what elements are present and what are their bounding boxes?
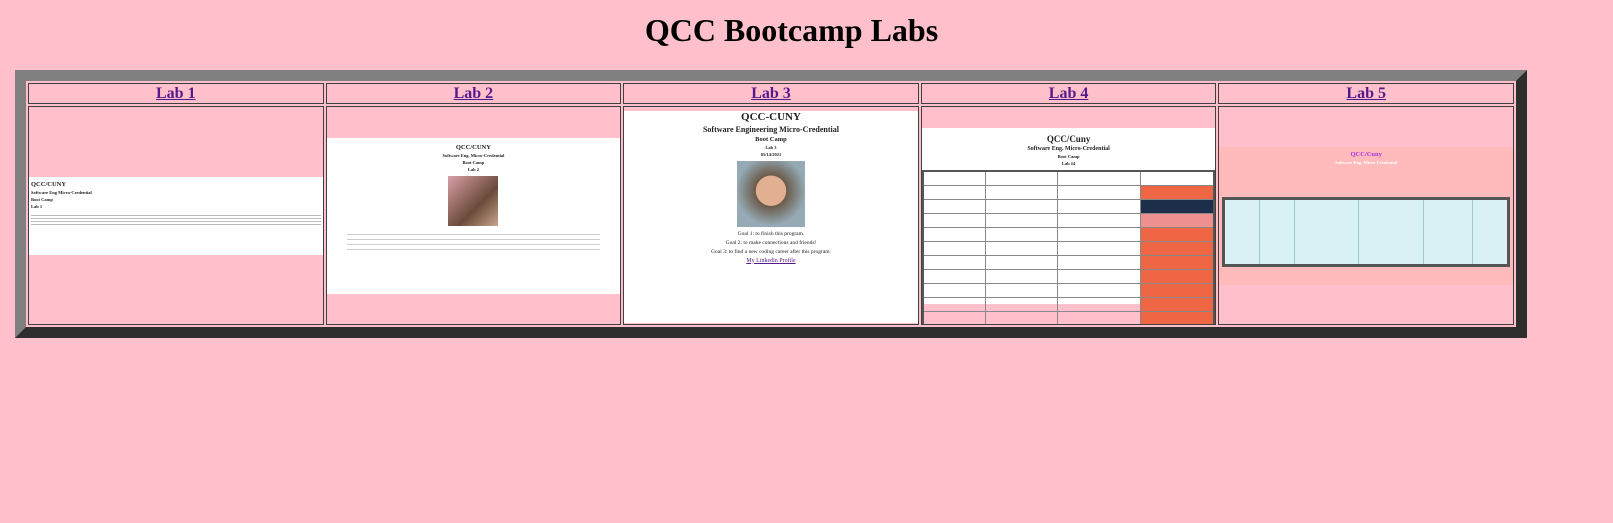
- lab-3-linkedin-link[interactable]: My Linkedin Profile: [624, 258, 918, 264]
- lab-cell-2: Lab 2: [325, 83, 622, 104]
- lab-2-program: Software Eng. Micro-Credential: [442, 152, 505, 158]
- lab-3-preview-cell: QCC-CUNY Software Engineering Micro-Cred…: [623, 106, 919, 325]
- lab-3-date: 05/14/2021: [760, 151, 782, 157]
- lab-1-program: Software Eng Micro-Credential: [31, 189, 92, 195]
- lab-2-photo: [448, 175, 499, 226]
- labs-table-frame: Lab 1 Lab 2 Lab 3 Lab 4 Lab 5 QCC/CUNY S…: [15, 70, 1527, 338]
- lab-cell-4: Lab 4: [920, 83, 1217, 104]
- labs-preview-row: QCC/CUNY Software Eng Micro-Credential B…: [28, 106, 1514, 325]
- lab-4-course: Boot Camp: [1057, 153, 1080, 159]
- lab-1-paragraph: [31, 212, 321, 227]
- lab-2-lab: Lab 2: [467, 166, 479, 172]
- lab-3-goal-1: Goal 1: to finish this program.: [737, 230, 805, 237]
- lab-1-preview-cell: QCC/CUNY Software Eng Micro-Credential B…: [28, 106, 324, 325]
- page-title: QCC Bootcamp Labs: [644, 12, 939, 48]
- lab-cell-3: Lab 3: [623, 83, 919, 104]
- lab-5-subtitle-area: [1219, 167, 1513, 197]
- lab-5-preview[interactable]: QCC/Cuny Software Eng. Micro-Credential: [1219, 146, 1513, 285]
- lab-3-lab: Lab 3: [765, 144, 777, 150]
- lab-2-preview[interactable]: QCC/CUNY Software Eng. Micro-Credential …: [326, 137, 621, 294]
- lab-cell-1: Lab 1: [28, 83, 324, 104]
- lab-4-link[interactable]: Lab 4: [1049, 85, 1089, 102]
- lab-3-photo: [736, 160, 805, 227]
- lab-5-link[interactable]: Lab 5: [1346, 85, 1386, 102]
- lab-5-preview-cell: QCC/Cuny Software Eng. Micro-Credential: [1218, 106, 1514, 325]
- lab-cell-5: Lab 5: [1218, 83, 1514, 104]
- lab-4-preview-cell: QCC/Cuny Software Eng. Micro-Credential …: [920, 106, 1217, 325]
- lab-3-program: Software Engineering Micro-Credential: [702, 124, 839, 134]
- lab-2-school: QCC/CUNY: [455, 143, 491, 151]
- lab-1-link[interactable]: Lab 1: [156, 85, 196, 102]
- lab-3-course: Boot Camp: [755, 135, 787, 143]
- lab-3-link[interactable]: Lab 3: [751, 85, 791, 102]
- lab-4-school: QCC/Cuny: [1046, 133, 1091, 144]
- lab-2-course: Boot Camp: [462, 159, 485, 165]
- lab-5-favorites-table: [1222, 196, 1510, 267]
- lab-3-goal-2: Goal 2: to make connections and friends!: [725, 239, 817, 246]
- lab-5-school: QCC/Cuny: [1350, 150, 1382, 158]
- lab-2-goals: [346, 229, 601, 252]
- lab-3-preview[interactable]: QCC-CUNY Software Engineering Micro-Cred…: [624, 110, 918, 323]
- lab-4-lab: Lab #4: [1061, 160, 1076, 166]
- lab-5-program: Software Eng. Micro-Credential: [1335, 159, 1398, 165]
- lab-1-lab: Lab 1: [31, 203, 43, 209]
- lab-1-preview[interactable]: QCC/CUNY Software Eng Micro-Credential B…: [29, 176, 323, 255]
- lab-4-preview[interactable]: QCC/Cuny Software Eng. Micro-Credential …: [921, 127, 1216, 324]
- lab-3-school: QCC-CUNY: [741, 110, 801, 123]
- lab-2-preview-cell: QCC/CUNY Software Eng. Micro-Credential …: [325, 106, 622, 325]
- lab-3-goal-3: Goal 3: to find a new coding career afte…: [711, 248, 831, 255]
- labs-table: Lab 1 Lab 2 Lab 3 Lab 4 Lab 5 QCC/CUNY S…: [26, 81, 1516, 327]
- lab-4-color-table: [921, 169, 1216, 324]
- lab-4-program: Software Eng. Micro-Credential: [1027, 145, 1110, 152]
- labs-header-row: Lab 1 Lab 2 Lab 3 Lab 4 Lab 5: [28, 83, 1514, 104]
- lab-2-link[interactable]: Lab 2: [454, 85, 494, 102]
- lab-1-school: QCC/CUNY: [31, 180, 67, 188]
- lab-1-course: Boot Camp: [31, 196, 53, 202]
